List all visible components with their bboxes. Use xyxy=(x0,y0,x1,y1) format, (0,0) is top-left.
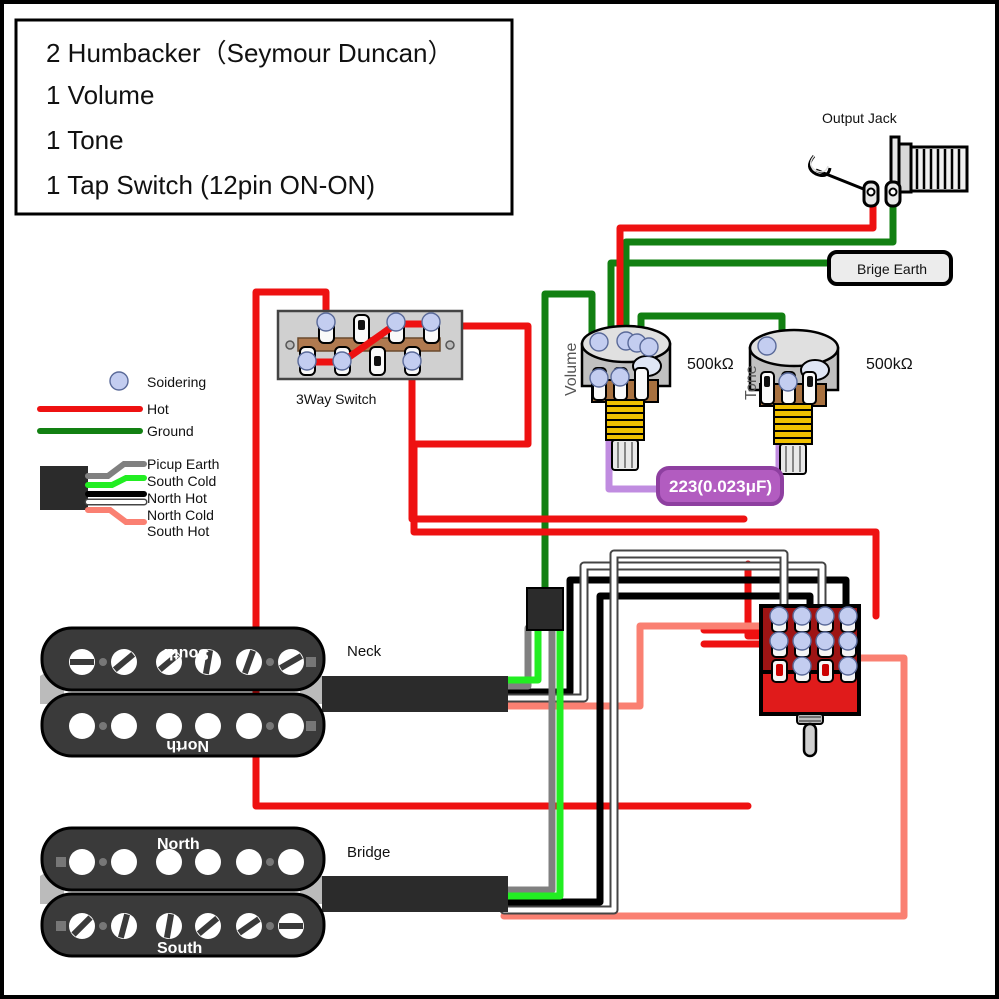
output-jack xyxy=(808,135,969,208)
legend-ground-label: Ground xyxy=(147,423,194,439)
bridge-pickup xyxy=(40,826,508,958)
pickup-junction-box xyxy=(526,587,564,631)
legend-picup-earth-label: Picup Earth xyxy=(147,456,219,472)
tap-switch[interactable] xyxy=(759,604,861,758)
legend-south-hot-label: South Hot xyxy=(147,523,209,539)
diagram-svg: 2 Humbacker（Seymour Duncan） 1 Volume 1 T… xyxy=(14,18,969,958)
tone-potentiometer[interactable] xyxy=(748,328,840,475)
legend-north-hot-label: North Hot xyxy=(147,490,207,506)
title-line-0: 2 Humbacker（Seymour Duncan） xyxy=(46,38,454,68)
title-line-2: 1 Tone xyxy=(46,125,124,155)
tone-value: 500kΩ xyxy=(866,356,913,373)
south-cold-neck xyxy=(500,624,542,684)
tone-label: Tone xyxy=(743,365,760,400)
legend-graphics xyxy=(37,371,148,525)
title-line-1: 1 Volume xyxy=(46,80,154,110)
volume-value: 500kΩ xyxy=(687,356,734,373)
volume-potentiometer[interactable] xyxy=(580,324,672,471)
wire-layer xyxy=(252,196,908,920)
neck-pickup xyxy=(40,626,508,758)
neck-top-coil-label: South xyxy=(164,645,209,662)
legend-north-cold-label: North Cold xyxy=(147,507,214,523)
bridge-top-coil-label: North xyxy=(157,836,200,853)
bridge-bottom-coil-label: South xyxy=(157,940,202,957)
capacitor-label: 223(0.023μF) xyxy=(669,477,772,496)
neck-bottom-coil-label: North xyxy=(166,737,209,754)
legend-south-cold-label: South Cold xyxy=(147,473,216,489)
volume-label: Volume xyxy=(563,343,580,396)
bridge-earth-label: Brige Earth xyxy=(857,261,927,277)
wiring-diagram-canvas: 2 Humbacker（Seymour Duncan） 1 Volume 1 T… xyxy=(0,0,999,999)
three-way-switch-label: 3Way Switch xyxy=(296,391,376,407)
bridge-pickup-label: Bridge xyxy=(347,844,390,861)
legend-soldering-label: Soidering xyxy=(147,374,206,390)
title-line-3: 1 Tap Switch (12pin ON-ON) xyxy=(46,170,375,200)
neck-pickup-label: Neck xyxy=(347,643,382,660)
legend-hot-label: Hot xyxy=(147,401,169,417)
three-way-switch[interactable] xyxy=(276,309,464,381)
output-jack-label: Output Jack xyxy=(822,110,898,126)
